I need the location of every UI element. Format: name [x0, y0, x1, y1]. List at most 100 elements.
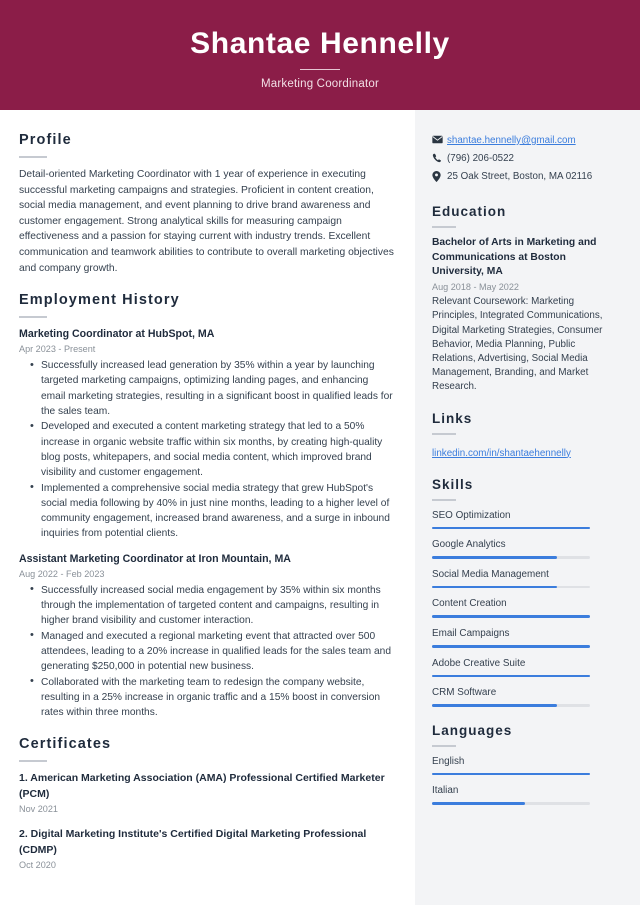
certificate-date: Nov 2021	[19, 804, 58, 815]
job-bullet: Successfully increased lead generation b…	[30, 358, 395, 419]
job-title: Assistant Marketing Coordinator at Iron …	[19, 552, 291, 565]
skill-item: CRM Software	[432, 686, 620, 707]
job-bullet: Collaborated with the marketing team to …	[30, 674, 395, 721]
skill-bar-fill	[432, 585, 557, 589]
skill-item: Email Campaigns	[432, 627, 620, 648]
skill-label: SEO Optimization	[432, 509, 511, 521]
certificate-entry: 1. American Marketing Association (AMA) …	[19, 771, 395, 816]
contact-row-email[interactable]: shantae.hennelly@gmail.com	[432, 134, 620, 148]
skill-bar-track	[432, 704, 590, 707]
employment-entry: Assistant Marketing Coordinator at Iron …	[19, 552, 395, 721]
skill-item: Content Creation	[432, 597, 620, 618]
job-bullet: Implemented a comprehensive social media…	[30, 480, 395, 542]
certificate-date: Oct 2020	[19, 860, 56, 871]
skill-label: Email Campaigns	[432, 627, 510, 639]
section-heading-skills: Skills	[432, 476, 474, 492]
job-bullet-list: Successfully increased lead generation b…	[19, 358, 395, 542]
contact-details: shantae.hennelly@gmail.com (796) 206-052…	[432, 134, 620, 184]
phone-icon	[432, 152, 447, 163]
language-item: English	[432, 755, 620, 776]
section-underline	[432, 744, 456, 747]
section-underline	[19, 316, 47, 319]
job-bullet-list: Successfully increased social media enga…	[19, 582, 395, 721]
job-bullet: Successfully increased social media enga…	[30, 582, 395, 629]
skill-bar-track	[432, 674, 590, 678]
section-links: Links linkedin.com/in/shantaehennelly	[432, 411, 620, 461]
section-employment-history: Employment History Marketing Coordinator…	[19, 292, 395, 720]
section-heading-employment: Employment History	[19, 292, 180, 309]
profile-text: Detail-oriented Marketing Coordinator wi…	[19, 169, 394, 274]
section-certificates: Certificates 1. American Marketing Assoc…	[19, 736, 395, 872]
sidebar-column: shantae.hennelly@gmail.com (796) 206-052…	[415, 110, 640, 905]
section-heading-education: Education	[432, 204, 507, 219]
section-skills: Skills SEO Optimization Google Analytics…	[432, 477, 620, 707]
certificate-entry: 2. Digital Marketing Institute's Certifi…	[19, 827, 395, 872]
language-label: English	[432, 755, 465, 767]
skill-bar-track	[432, 615, 590, 618]
skill-bar-track	[432, 644, 590, 648]
job-bullet: Developed and executed a content marketi…	[30, 419, 395, 480]
section-heading-profile: Profile	[19, 132, 72, 148]
location-pin-icon	[432, 170, 447, 182]
contact-email[interactable]: shantae.hennelly@gmail.com	[447, 134, 576, 148]
header-divider	[300, 68, 340, 70]
section-underline	[432, 498, 456, 501]
skill-bar-track	[432, 585, 590, 589]
certificate-name: 2. Digital Marketing Institute's Certifi…	[19, 828, 367, 856]
contact-row-phone: (796) 206-0522	[432, 152, 620, 166]
section-underline	[432, 432, 456, 435]
language-bar-track	[432, 802, 590, 805]
skill-label: Content Creation	[432, 598, 507, 610]
section-underline	[19, 760, 47, 763]
education-description: Relevant Coursework: Marketing Principle…	[432, 296, 603, 393]
skill-bar-fill	[432, 644, 590, 648]
skill-label: Google Analytics	[432, 539, 506, 551]
contact-row-address: 25 Oak Street, Boston, MA 02116	[432, 170, 620, 184]
job-date: Aug 2022 - Feb 2023	[19, 568, 105, 579]
skill-bar-track	[432, 556, 590, 559]
section-underline	[432, 226, 456, 228]
section-education: Education Bachelor of Arts in Marketing …	[432, 204, 620, 395]
job-title: Marketing Coordinator at HubSpot, MA	[19, 328, 215, 341]
skill-bar-fill	[432, 556, 557, 559]
linkedin-link[interactable]: linkedin.com/in/shantaehennelly	[432, 448, 571, 459]
section-profile: Profile Detail-oriented Marketing Coordi…	[19, 132, 395, 276]
skill-item: Google Analytics	[432, 538, 620, 559]
skill-item: Social Media Management	[432, 568, 620, 589]
envelope-icon	[432, 134, 447, 144]
skill-bar-track	[432, 526, 590, 530]
page-title: Shantae Hennelly	[190, 26, 450, 60]
certificate-name: 1. American Marketing Association (AMA) …	[19, 772, 385, 800]
section-heading-certificates: Certificates	[19, 736, 112, 753]
section-heading-languages: Languages	[432, 722, 513, 738]
education-degree: Bachelor of Arts in Marketing and Commun…	[432, 237, 597, 278]
contact-phone: (796) 206-0522	[447, 153, 514, 164]
language-bar-track	[432, 772, 590, 776]
education-date: Aug 2018 - May 2022	[432, 281, 519, 292]
main-column: Profile Detail-oriented Marketing Coordi…	[0, 110, 415, 905]
language-bar-fill	[432, 802, 526, 805]
skill-label: Adobe Creative Suite	[432, 657, 526, 669]
skill-item: Adobe Creative Suite	[432, 657, 620, 678]
resume-page: Shantae Hennelly Marketing Coordinator P…	[0, 0, 640, 905]
contact-address: 25 Oak Street, Boston, MA 02116	[447, 171, 593, 182]
skill-bar-fill	[432, 704, 557, 707]
skill-bar-fill	[432, 615, 590, 618]
language-label: Italian	[432, 785, 459, 797]
skill-bar-fill	[432, 674, 590, 678]
skill-item: SEO Optimization	[432, 509, 620, 530]
skill-label: CRM Software	[432, 687, 497, 699]
skill-label: Social Media Management	[432, 568, 549, 580]
section-underline	[19, 156, 47, 158]
header-job-title: Marketing Coordinator	[261, 77, 379, 90]
employment-entry: Marketing Coordinator at HubSpot, MA Apr…	[19, 327, 395, 542]
language-bar-fill	[432, 772, 590, 776]
resume-body: Profile Detail-oriented Marketing Coordi…	[0, 110, 640, 905]
resume-header: Shantae Hennelly Marketing Coordinator	[0, 0, 640, 110]
language-item: Italian	[432, 784, 620, 805]
section-heading-links: Links	[432, 410, 473, 426]
job-bullet: Managed and executed a regional marketin…	[30, 628, 395, 675]
job-date: Apr 2023 - Present	[19, 344, 96, 355]
section-languages: Languages English Italian	[432, 723, 620, 805]
skill-bar-fill	[432, 526, 590, 530]
